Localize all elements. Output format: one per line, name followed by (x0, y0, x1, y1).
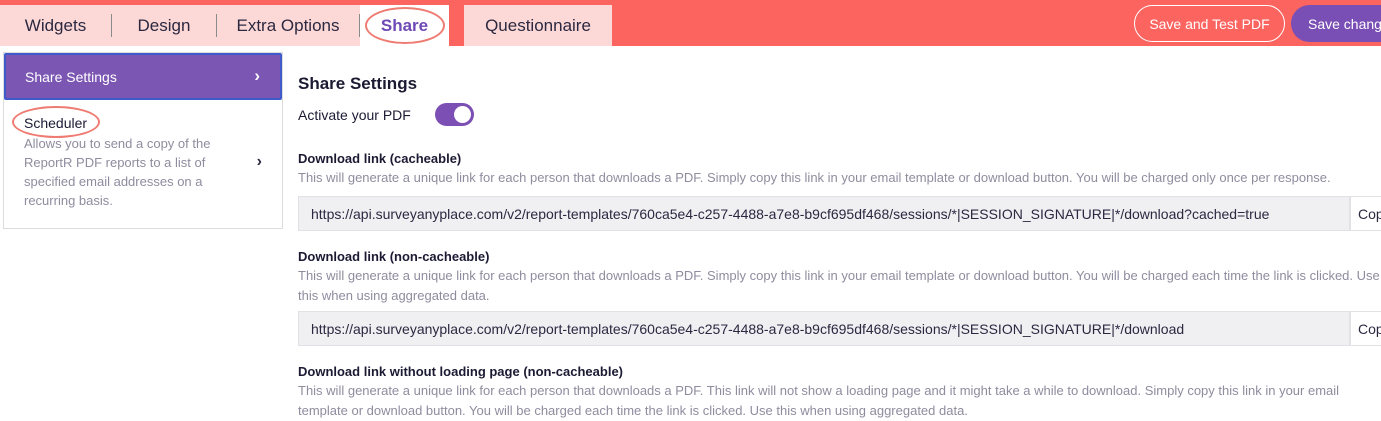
non-cacheable-link-help: This will generate a unique link for eac… (298, 268, 1380, 303)
cacheable-link-label: Download link (cacheable) (298, 151, 462, 166)
sidebar-item-share-settings[interactable]: Share Settings › (4, 53, 282, 100)
non-cacheable-link-field[interactable]: https://api.surveyanyplace.com/v2/report… (298, 311, 1350, 346)
tab-extra-options[interactable]: Extra Options (217, 5, 359, 46)
editor-tabs: Widgets Design Extra Options Share (0, 5, 449, 46)
cacheable-link-field[interactable]: https://api.surveyanyplace.com/v2/report… (298, 196, 1350, 231)
cacheable-link-help: This will generate a unique link for eac… (298, 170, 1331, 185)
copy-cacheable-link-button[interactable]: Copy (1350, 196, 1381, 231)
share-sidebar: Share Settings › Scheduler Allows you to… (3, 52, 283, 229)
copy-non-cacheable-link-button[interactable]: Copy (1350, 311, 1381, 346)
sidebar-item-description: Allows you to send a copy of the ReportR… (24, 136, 211, 208)
tab-design[interactable]: Design (112, 5, 216, 46)
no-loading-link-help: This will generate a unique link for eac… (298, 383, 1340, 418)
save-and-test-pdf-button[interactable]: Save and Test PDF (1134, 5, 1285, 42)
highlight-ring (365, 7, 445, 44)
chevron-right-icon: › (256, 153, 262, 170)
toggle-knob (454, 106, 471, 123)
sidebar-item-label: Share Settings (25, 68, 117, 85)
tab-questionnaire[interactable]: Questionnaire (464, 5, 612, 46)
chevron-right-icon: › (254, 66, 260, 85)
tab-share[interactable]: Share (360, 5, 449, 46)
no-loading-link-label: Download link without loading page (non-… (298, 364, 624, 379)
save-changes-button[interactable]: Save changes (1291, 5, 1381, 42)
non-cacheable-link-label: Download link (non-cacheable) (298, 249, 490, 264)
page-title: Share Settings (298, 74, 418, 93)
tab-widgets[interactable]: Widgets (0, 5, 111, 46)
top-bar: Widgets Design Extra Options Share Quest… (0, 0, 1381, 46)
activate-pdf-label: Activate your PDF (298, 107, 411, 123)
sidebar-item-label: Scheduler (24, 115, 88, 131)
activate-pdf-toggle[interactable] (435, 103, 474, 126)
sidebar-item-scheduler[interactable]: Scheduler Allows you to send a copy of t… (4, 103, 282, 228)
